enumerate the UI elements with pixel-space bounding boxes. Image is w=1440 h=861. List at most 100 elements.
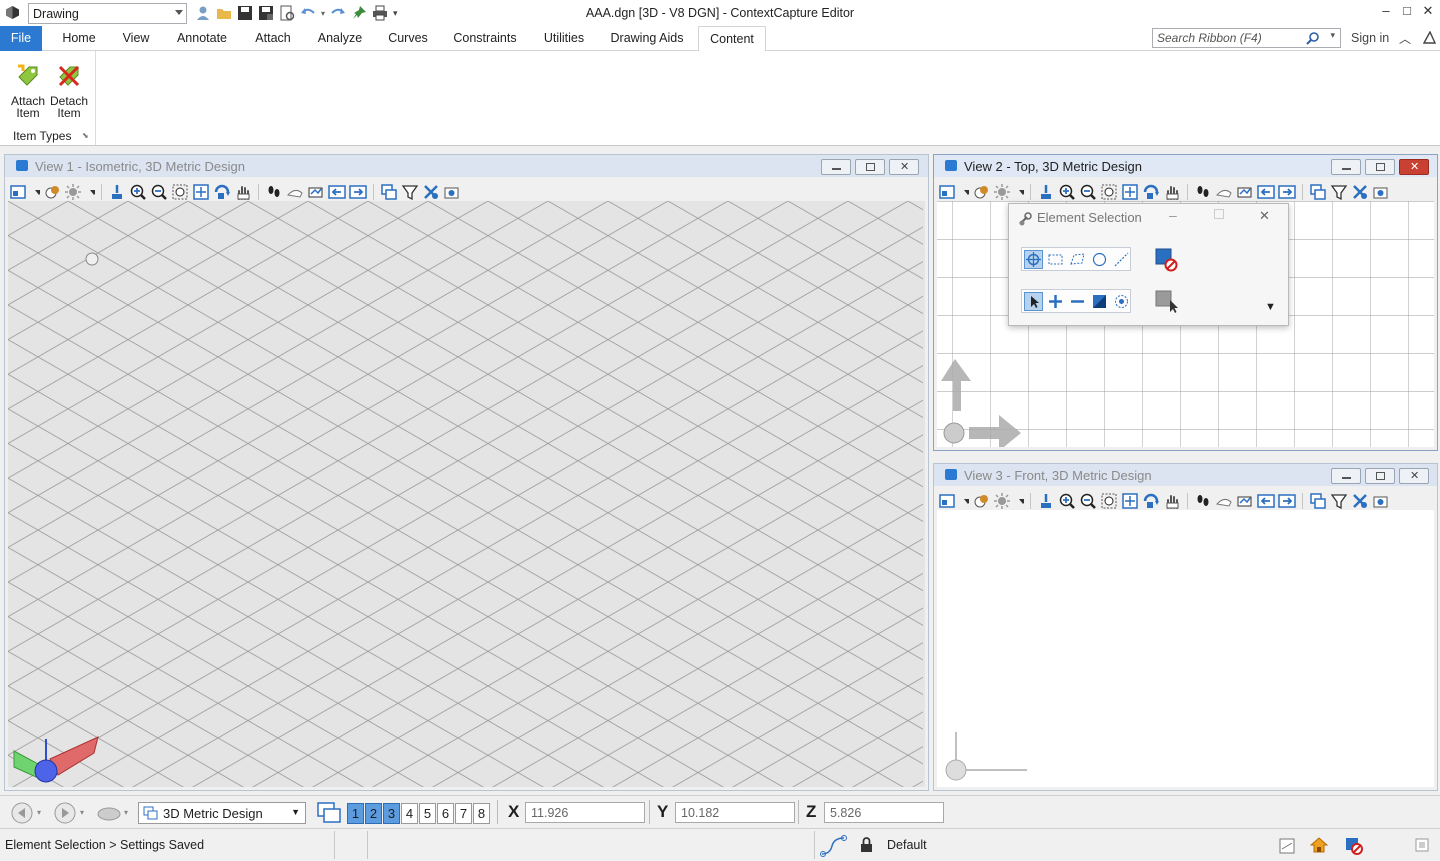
model-dropdown[interactable]: 3D Metric Design ▼ <box>138 802 306 824</box>
tab-drawing-aids[interactable]: Drawing Aids <box>604 26 690 51</box>
update-view-icon[interactable] <box>1037 183 1055 201</box>
clip-mask-icon[interactable] <box>1351 492 1369 510</box>
update-view-icon[interactable] <box>1037 492 1055 510</box>
clip-volume-icon[interactable] <box>1330 492 1348 510</box>
view-next-icon[interactable] <box>349 183 367 201</box>
tab-curves[interactable]: Curves <box>380 26 436 51</box>
tab-file[interactable]: File <box>0 26 42 51</box>
tab-attach[interactable]: Attach <box>246 26 300 51</box>
view3-minimize-button[interactable] <box>1331 468 1361 484</box>
clip-mask-icon[interactable] <box>422 183 440 201</box>
dropdown-icon[interactable] <box>1014 492 1027 510</box>
view2-close-button[interactable]: ✕ <box>1399 159 1429 175</box>
saved-views-icon[interactable] <box>96 804 122 825</box>
line-select-icon[interactable] <box>1112 250 1131 269</box>
element-selection-dialog[interactable]: Element Selection – ✕ ▼ <box>1008 203 1289 326</box>
invert-selection-icon[interactable] <box>1090 292 1109 311</box>
home-icon[interactable] <box>1309 836 1329 857</box>
attach-item-button[interactable]: Attach Item <box>8 59 48 119</box>
window-area-icon[interactable] <box>171 183 189 201</box>
view-toggle-5[interactable]: 5 <box>419 803 436 824</box>
tab-analyze[interactable]: Analyze <box>308 26 372 51</box>
zoom-out-icon[interactable] <box>150 183 168 201</box>
pan-view-icon[interactable] <box>1163 183 1181 201</box>
dialog-close-button[interactable]: ✕ <box>1259 208 1270 224</box>
minimize-window-button[interactable]: – <box>1376 3 1396 21</box>
view-groups-icon[interactable] <box>316 801 342 828</box>
zoom-out-icon[interactable] <box>1079 492 1097 510</box>
view-next-icon[interactable] <box>1278 183 1296 201</box>
collapse-ribbon-icon[interactable]: ︿ <box>1399 30 1411 47</box>
walk-icon[interactable] <box>1194 183 1212 201</box>
clip-mask-icon[interactable] <box>1351 183 1369 201</box>
lock-icon[interactable] <box>860 837 873 856</box>
camera-icon[interactable] <box>1372 492 1390 510</box>
clip-volume-icon[interactable] <box>1330 183 1348 201</box>
x-coordinate-field[interactable]: 11.926 <box>525 802 645 823</box>
saved-views-dropdown-icon[interactable]: ▾ <box>124 808 128 817</box>
copy-view-icon[interactable] <box>1309 492 1327 510</box>
view-toggle-8[interactable]: 8 <box>473 803 490 824</box>
view-attributes-icon[interactable] <box>938 492 956 510</box>
fit-view-icon[interactable] <box>1121 492 1139 510</box>
fit-view-icon[interactable] <box>192 183 210 201</box>
next-view-icon[interactable] <box>307 183 325 201</box>
view2-maximize-button[interactable] <box>1365 159 1395 175</box>
dropdown-icon[interactable] <box>959 183 972 201</box>
zoom-out-icon[interactable] <box>1079 183 1097 201</box>
block-select-icon[interactable] <box>1046 250 1065 269</box>
previous-view-icon[interactable] <box>286 183 304 201</box>
tab-view[interactable]: View <box>114 26 158 51</box>
dialog-launcher-icon[interactable]: ⬊ <box>82 131 89 140</box>
tab-annotate[interactable]: Annotate <box>168 26 236 51</box>
back-icon[interactable] <box>10 802 34 827</box>
view-attributes-icon[interactable] <box>938 183 956 201</box>
dropdown-icon[interactable] <box>85 183 98 201</box>
prohibited-icon[interactable] <box>1344 836 1364 859</box>
lighting-icon[interactable] <box>993 492 1011 510</box>
z-coordinate-field[interactable]: 5.826 <box>824 802 944 823</box>
individual-select-icon[interactable] <box>1024 249 1043 269</box>
detach-item-button[interactable]: Detach Item <box>49 59 89 119</box>
view-toggle-7[interactable]: 7 <box>455 803 472 824</box>
view1-close-button[interactable]: ✕ <box>889 159 919 175</box>
camera-icon[interactable] <box>443 183 461 201</box>
copy-view-icon[interactable] <box>380 183 398 201</box>
view1-window[interactable]: View 1 - Isometric, 3D Metric Design ✕ <box>4 154 929 791</box>
next-view-icon[interactable] <box>1236 492 1254 510</box>
view1-maximize-button[interactable] <box>855 159 885 175</box>
tab-home[interactable]: Home <box>52 26 106 51</box>
display-style-icon[interactable] <box>43 183 61 201</box>
walk-icon[interactable] <box>1194 492 1212 510</box>
view-toggle-6[interactable]: 6 <box>437 803 454 824</box>
next-view-icon[interactable] <box>1236 183 1254 201</box>
forward-dropdown-icon[interactable]: ▾ <box>80 808 84 817</box>
copy-view-icon[interactable] <box>1309 183 1327 201</box>
view3-window[interactable]: View 3 - Front, 3D Metric Design ✕ <box>933 463 1438 791</box>
search-options-icon[interactable]: ▾ <box>1330 30 1335 41</box>
view-previous-icon[interactable] <box>328 183 346 201</box>
view-next-icon[interactable] <box>1278 492 1296 510</box>
add-to-selection-icon[interactable] <box>1046 292 1065 311</box>
y-coordinate-field[interactable]: 10.182 <box>675 802 795 823</box>
view1-minimize-button[interactable] <box>821 159 851 175</box>
select-all-icon[interactable] <box>1112 292 1131 311</box>
tab-constraints[interactable]: Constraints <box>446 26 524 51</box>
clear-selection-icon[interactable] <box>1155 248 1179 275</box>
view-toggle-3[interactable]: 3 <box>383 803 400 824</box>
view-previous-icon[interactable] <box>1257 183 1275 201</box>
display-style-icon[interactable] <box>972 183 990 201</box>
lighting-icon[interactable] <box>64 183 82 201</box>
view-previous-icon[interactable] <box>1257 492 1275 510</box>
update-view-icon[interactable] <box>108 183 126 201</box>
view-attributes-icon[interactable] <box>9 183 27 201</box>
new-selection-icon[interactable] <box>1024 291 1043 311</box>
zoom-in-icon[interactable] <box>129 183 147 201</box>
back-dropdown-icon[interactable]: ▾ <box>37 808 41 817</box>
maximize-window-button[interactable]: □ <box>1397 3 1417 21</box>
forward-icon[interactable] <box>53 802 77 827</box>
window-area-icon[interactable] <box>1100 183 1118 201</box>
tab-utilities[interactable]: Utilities <box>534 26 594 51</box>
tab-content[interactable]: Content <box>698 26 766 52</box>
close-window-button[interactable]: ✕ <box>1418 3 1438 21</box>
